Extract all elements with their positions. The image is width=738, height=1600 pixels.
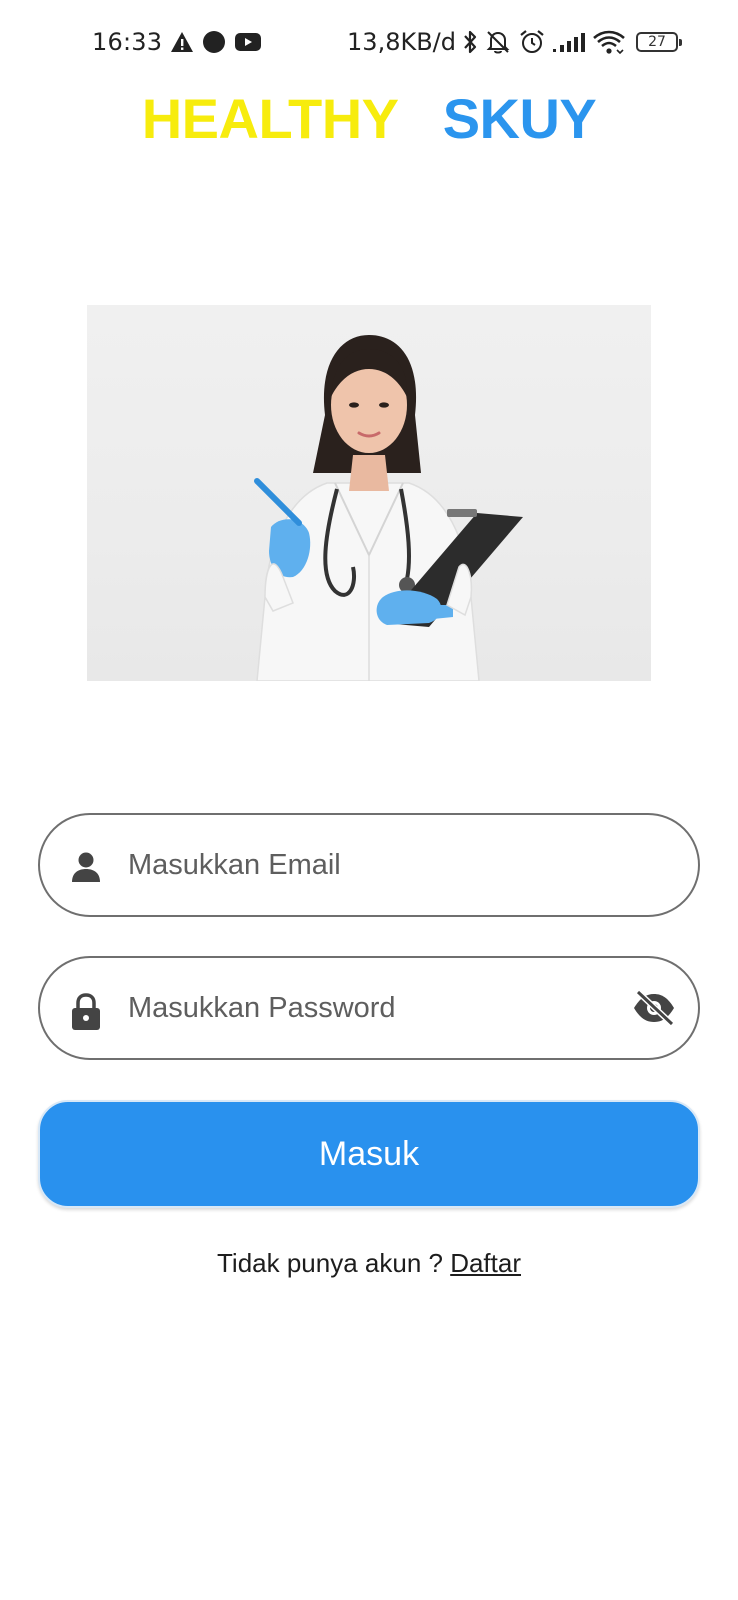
status-time: 16:33	[92, 28, 163, 56]
hero-image	[87, 305, 651, 681]
app-title-space	[413, 87, 428, 150]
email-input[interactable]	[128, 815, 608, 915]
password-field[interactable]	[38, 956, 700, 1060]
register-link[interactable]: Daftar	[450, 1248, 521, 1278]
app-title-skuy: SKUY	[442, 87, 597, 150]
network-speed: 13,8KB/d	[347, 28, 456, 56]
status-bar-right: 13,8KB/d 27	[347, 24, 682, 60]
eye-off-icon[interactable]	[632, 988, 676, 1028]
wifi-icon	[592, 26, 626, 58]
bluetooth-icon	[462, 26, 478, 58]
register-prompt-text: Tidak punya akun ?	[217, 1248, 451, 1278]
alarm-icon	[518, 26, 546, 58]
person-icon	[68, 849, 104, 885]
silent-bell-icon	[484, 26, 512, 58]
login-button[interactable]: Masuk	[38, 1100, 700, 1208]
battery-icon: 27	[636, 32, 682, 52]
email-field[interactable]	[38, 813, 700, 917]
register-prompt: Tidak punya akun ? Daftar	[0, 1248, 738, 1279]
status-bar: 16:33 13,8KB/d 27	[0, 0, 738, 86]
password-input[interactable]	[128, 958, 608, 1058]
battery-level: 27	[648, 34, 666, 50]
warning-icon	[170, 26, 194, 58]
app-title-healthy: HEALTHY	[141, 87, 398, 150]
app-title: HEALTHY SKUY	[0, 86, 738, 152]
status-bar-left: 16:33	[92, 24, 262, 60]
lock-icon	[68, 992, 104, 1030]
signal-icon	[552, 26, 586, 58]
youtube-icon	[234, 26, 262, 58]
doctor-illustration	[254, 335, 523, 681]
notification-dot-icon	[202, 26, 226, 58]
login-button-label: Masuk	[318, 1134, 420, 1173]
